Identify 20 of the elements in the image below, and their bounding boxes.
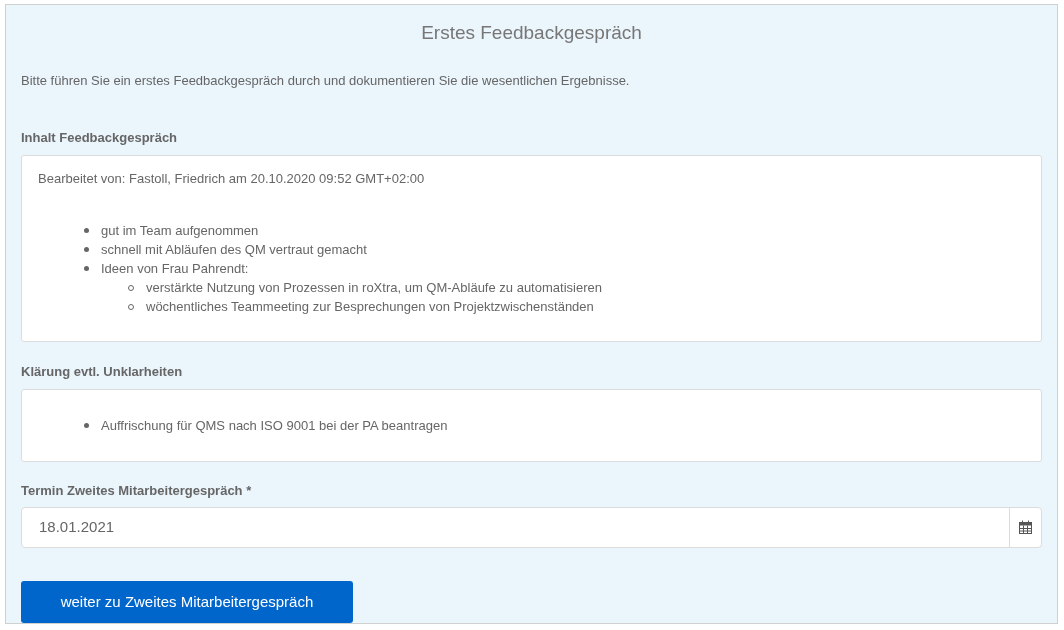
bullet-icon	[84, 247, 89, 252]
date-field[interactable]: 18.01.2021	[21, 507, 1042, 548]
list-item-text: verstärkte Nutzung von Prozessen in roXtra, um QM-Abläufe zu automatisieren	[146, 279, 602, 297]
bullet-icon	[84, 266, 89, 271]
bullet-icon	[84, 228, 89, 233]
list-item-text: Ideen von Frau Pahrendt:	[101, 260, 249, 278]
next-button[interactable]: weiter zu Zweites Mitarbeitergespräch	[21, 580, 353, 623]
section-label: Inhalt Feedbackgespräch	[21, 129, 179, 147]
list-item-text: gut im Team aufgenommen	[101, 222, 259, 240]
intro-text: Bitte führen Sie ein erstes Feedbackgespräch durch und dokumentieren Sie die wesentlichen Ergebnisse.	[21, 71, 631, 90]
list-item-text: Auffrischung für QMS nach ISO 9001 bei der PA beantragen	[101, 416, 448, 435]
date-value: 18.01.2021	[38, 517, 116, 538]
list-item-text: schnell mit Abläufen des QM vertraut gemacht	[101, 241, 367, 259]
date-field-label: Termin Zweites Mitarbeitergespräch *	[21, 481, 253, 500]
edited-by-text: Bearbeitet von: Fastoll, Friedrich am 20.10.2020 09:52 GMT+02:00	[37, 169, 426, 188]
list-item-text: wöchentliches Teammeeting zur Besprechungen von Projektzwischenständen	[146, 298, 594, 316]
section-label: Klärung evtl. Unklarheiten	[21, 363, 184, 381]
bullet-icon	[84, 422, 89, 428]
calendar-icon	[1019, 520, 1032, 535]
form-title: Erstes Feedbackgespräch	[421, 21, 642, 45]
